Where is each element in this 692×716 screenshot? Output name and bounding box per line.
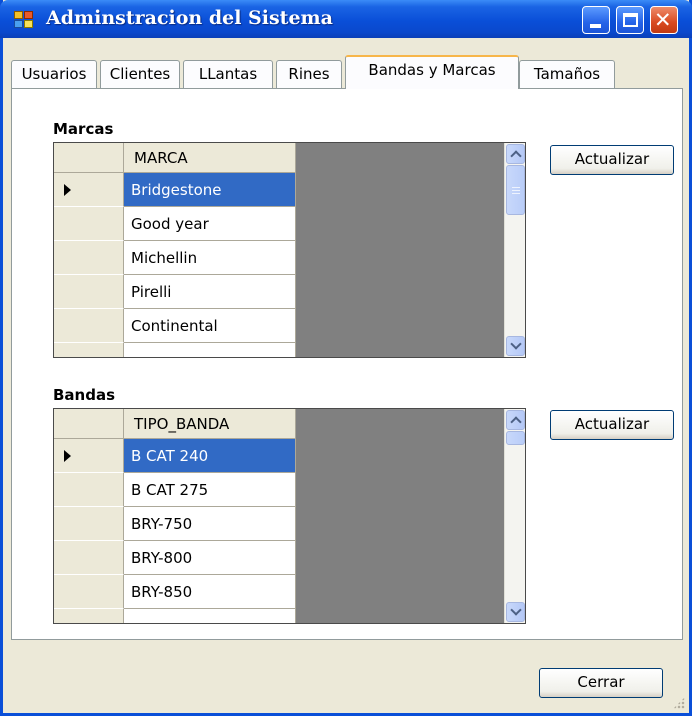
row-header[interactable] bbox=[54, 507, 124, 541]
marcas-vertical-scrollbar[interactable] bbox=[504, 143, 525, 357]
tab-tamanos[interactable]: Tamaños bbox=[519, 60, 615, 88]
chevron-up-icon bbox=[510, 416, 522, 428]
minimize-icon bbox=[590, 24, 601, 28]
grid-corner-header[interactable] bbox=[54, 409, 124, 439]
app-icon[interactable] bbox=[14, 11, 34, 29]
table-row[interactable]: Bridgestone bbox=[124, 173, 296, 207]
tab-llantas[interactable]: LLantas bbox=[183, 60, 273, 88]
table-row[interactable]: Pirelli bbox=[124, 275, 296, 309]
scroll-down-button[interactable] bbox=[506, 336, 525, 356]
row-header[interactable] bbox=[54, 173, 124, 207]
close-window-button[interactable]: ✕ bbox=[650, 6, 678, 34]
column-header-tipo-banda[interactable]: TIPO_BANDA bbox=[124, 409, 296, 439]
scroll-up-button[interactable] bbox=[506, 144, 525, 164]
maximize-button[interactable] bbox=[616, 6, 644, 34]
tab-rines[interactable]: Rines bbox=[276, 60, 342, 88]
table-row[interactable]: B CAT 240 bbox=[124, 439, 296, 473]
table-row[interactable]: BRY-850 bbox=[124, 575, 296, 609]
row-header[interactable] bbox=[54, 343, 124, 357]
chevron-down-icon bbox=[510, 338, 522, 350]
tab-clientes[interactable]: Clientes bbox=[100, 60, 180, 88]
bandas-refresh-button[interactable]: Actualizar bbox=[550, 410, 674, 440]
table-row[interactable]: Good year bbox=[124, 207, 296, 241]
table-row-partial[interactable] bbox=[124, 609, 296, 623]
bandas-label: Bandas bbox=[53, 386, 116, 404]
row-header[interactable] bbox=[54, 609, 124, 623]
column-header-marca[interactable]: MARCA bbox=[124, 143, 296, 173]
table-row-partial[interactable] bbox=[124, 343, 296, 357]
row-header[interactable] bbox=[54, 275, 124, 309]
current-row-icon bbox=[64, 450, 71, 462]
row-header[interactable] bbox=[54, 207, 124, 241]
scroll-up-button[interactable] bbox=[506, 410, 525, 430]
title-bar[interactable]: Adminstracion del Sistema ✕ bbox=[0, 0, 692, 38]
tab-usuarios[interactable]: Usuarios bbox=[11, 60, 97, 88]
scroll-down-button[interactable] bbox=[506, 602, 525, 622]
row-header[interactable] bbox=[54, 439, 124, 473]
table-row[interactable]: Continental bbox=[124, 309, 296, 343]
tab-bandas-y-marcas[interactable]: Bandas y Marcas bbox=[345, 55, 519, 89]
marcas-refresh-button[interactable]: Actualizar bbox=[550, 145, 674, 175]
close-icon: ✕ bbox=[654, 8, 672, 32]
row-header[interactable] bbox=[54, 541, 124, 575]
chevron-down-icon bbox=[510, 604, 522, 616]
main-window: Adminstracion del Sistema ✕ Usuarios Cli… bbox=[0, 0, 692, 716]
maximize-icon bbox=[623, 13, 638, 27]
close-button[interactable]: Cerrar bbox=[539, 668, 663, 698]
table-row[interactable]: BRY-800 bbox=[124, 541, 296, 575]
grid-corner-header[interactable] bbox=[54, 143, 124, 173]
table-row[interactable]: Michellin bbox=[124, 241, 296, 275]
marcas-grid[interactable]: MARCA Bridgestone Good year Michellin Pi… bbox=[53, 142, 526, 358]
table-row[interactable]: B CAT 275 bbox=[124, 473, 296, 507]
scroll-thumb[interactable] bbox=[506, 165, 525, 215]
table-row[interactable]: BRY-750 bbox=[124, 507, 296, 541]
row-header[interactable] bbox=[54, 241, 124, 275]
window-title: Adminstracion del Sistema bbox=[46, 7, 333, 29]
minimize-button[interactable] bbox=[582, 6, 610, 34]
bandas-vertical-scrollbar[interactable] bbox=[504, 409, 525, 623]
row-header[interactable] bbox=[54, 575, 124, 609]
row-header[interactable] bbox=[54, 309, 124, 343]
resize-grip-icon[interactable] bbox=[673, 697, 685, 709]
row-header[interactable] bbox=[54, 473, 124, 507]
chevron-up-icon bbox=[510, 150, 522, 162]
bandas-grid[interactable]: TIPO_BANDA B CAT 240 B CAT 275 BRY-750 B… bbox=[53, 408, 526, 624]
current-row-icon bbox=[64, 184, 71, 196]
marcas-label: Marcas bbox=[53, 120, 114, 138]
scroll-thumb[interactable] bbox=[506, 431, 525, 445]
